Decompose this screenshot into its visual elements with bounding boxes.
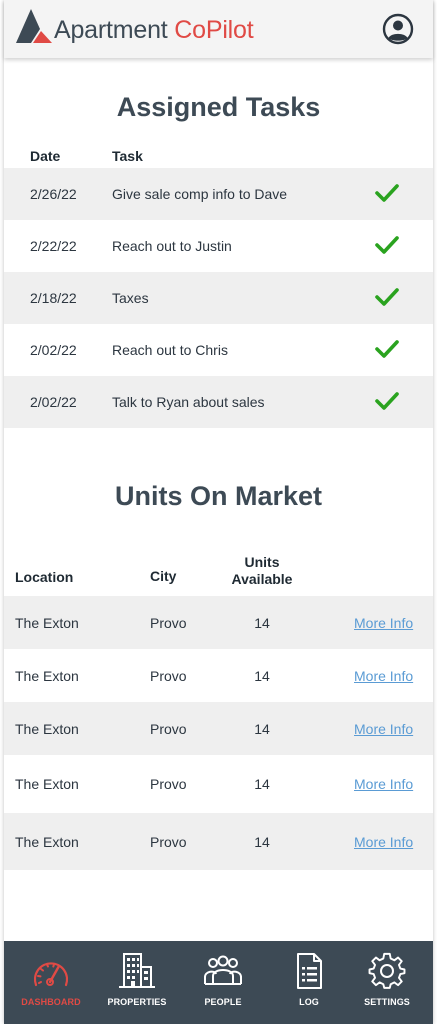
units-col-available: Units Available bbox=[222, 554, 302, 588]
tasks-col-date: Date bbox=[30, 148, 61, 164]
task-text: Give sale comp info to Dave bbox=[112, 186, 288, 202]
app-frame: Apartment CoPilot Assigned Tasks Date Ta… bbox=[4, 0, 433, 1024]
tasks-title: Assigned Tasks bbox=[116, 92, 321, 122]
check-icon[interactable] bbox=[374, 390, 400, 412]
task-date: 2/02/22 bbox=[30, 342, 77, 358]
task-text: Talk to Ryan about sales bbox=[112, 394, 265, 410]
units-title: Units On Market bbox=[114, 481, 323, 511]
task-row[interactable]: 2/26/22 Give sale comp info to Dave bbox=[4, 168, 433, 220]
task-date: 2/18/22 bbox=[30, 290, 77, 306]
table-row: The Exton Provo 14 More Info bbox=[4, 813, 433, 870]
nav-label: PEOPLE bbox=[204, 997, 242, 1007]
people-icon bbox=[204, 955, 242, 985]
unit-city: Provo bbox=[150, 614, 187, 631]
unit-count: 14 bbox=[254, 776, 270, 792]
document-icon bbox=[297, 953, 322, 989]
task-row[interactable]: 2/22/22 Reach out to Justin bbox=[4, 220, 433, 272]
check-icon[interactable] bbox=[374, 286, 400, 308]
nav-people[interactable]: PEOPLE bbox=[180, 941, 266, 1024]
more-info-link[interactable]: More Info bbox=[354, 668, 413, 684]
bottom-nav: DASHBOARD PROPERTIES PEOPLE LOG SETTINGS bbox=[4, 941, 433, 1024]
brand-name: Apartment bbox=[54, 16, 175, 44]
unit-location: The Exton bbox=[15, 776, 79, 792]
table-row: The Exton Provo 14 More Info bbox=[4, 702, 433, 755]
task-date: 2/26/22 bbox=[30, 186, 77, 202]
unit-city: Provo bbox=[150, 776, 187, 792]
units-col-available-line1: Units bbox=[244, 554, 280, 570]
more-info-link[interactable]: More Info bbox=[354, 776, 413, 792]
task-row[interactable]: 2/02/22 Talk to Ryan about sales bbox=[4, 376, 433, 428]
speedometer-icon bbox=[33, 962, 69, 987]
profile-icon[interactable] bbox=[382, 13, 414, 45]
table-row: The Exton Provo 14 More Info bbox=[4, 755, 433, 813]
nav-label: SETTINGS bbox=[364, 997, 410, 1007]
task-text: Reach out to Chris bbox=[112, 342, 228, 358]
nav-properties[interactable]: PROPERTIES bbox=[94, 941, 180, 1024]
unit-location: The Exton bbox=[15, 833, 79, 850]
gear-icon bbox=[368, 952, 406, 989]
building-icon bbox=[119, 953, 155, 988]
unit-location: The Exton bbox=[15, 614, 79, 631]
unit-location: The Exton bbox=[15, 720, 79, 737]
unit-city: Provo bbox=[150, 833, 187, 850]
task-row[interactable]: 2/18/22 Taxes bbox=[4, 272, 433, 324]
units-table-header: Location City Units Available bbox=[4, 554, 433, 590]
table-row: The Exton Provo 14 More Info bbox=[4, 649, 433, 702]
logo-icon bbox=[16, 9, 52, 43]
app-brand: Apartment CoPilot bbox=[54, 16, 254, 45]
more-info-link[interactable]: More Info bbox=[354, 834, 413, 850]
nav-log[interactable]: LOG bbox=[266, 941, 352, 1024]
task-text: Reach out to Justin bbox=[112, 238, 232, 254]
unit-count: 14 bbox=[254, 614, 270, 631]
task-text: Taxes bbox=[112, 290, 149, 306]
nav-dashboard[interactable]: DASHBOARD bbox=[8, 941, 94, 1024]
unit-count: 14 bbox=[254, 720, 270, 737]
tasks-col-task: Task bbox=[112, 148, 143, 164]
app-header: Apartment CoPilot bbox=[4, 0, 433, 58]
table-row: The Exton Provo 14 More Info bbox=[4, 596, 433, 649]
task-row[interactable]: 2/02/22 Reach out to Chris bbox=[4, 324, 433, 376]
nav-label: PROPERTIES bbox=[107, 997, 167, 1007]
unit-location: The Exton bbox=[15, 667, 79, 684]
tasks-table-header: Date Task bbox=[4, 148, 433, 166]
units-col-available-line2: Available bbox=[231, 571, 293, 587]
more-info-link[interactable]: More Info bbox=[354, 615, 413, 631]
task-date: 2/22/22 bbox=[30, 238, 77, 254]
task-date: 2/02/22 bbox=[30, 394, 77, 410]
unit-city: Provo bbox=[150, 720, 187, 737]
unit-count: 14 bbox=[254, 667, 270, 684]
more-info-link[interactable]: More Info bbox=[354, 721, 413, 737]
brand-accent: CoPilot bbox=[174, 16, 254, 44]
units-col-location: Location bbox=[15, 569, 74, 585]
nav-label: LOG bbox=[299, 997, 319, 1007]
nav-settings[interactable]: SETTINGS bbox=[344, 941, 430, 1024]
check-icon[interactable] bbox=[374, 234, 400, 256]
unit-count: 14 bbox=[254, 833, 270, 850]
unit-city: Provo bbox=[150, 667, 187, 684]
check-icon[interactable] bbox=[374, 182, 400, 204]
nav-label: DASHBOARD bbox=[21, 997, 81, 1007]
check-icon[interactable] bbox=[374, 338, 400, 360]
units-col-city: City bbox=[150, 568, 177, 584]
